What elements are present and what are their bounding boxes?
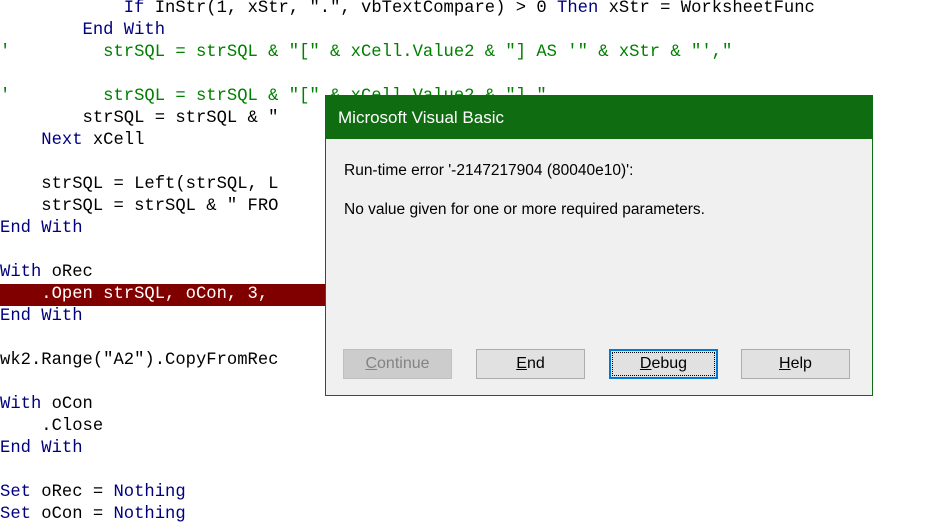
code-token: strSQL = strSQL & " FRO [41,197,279,216]
help-mnemonic: H [779,355,791,372]
code-token: strSQL = Left(strSQL, L [41,175,279,194]
keyword-token: Then [557,0,599,18]
code-line[interactable]: Set oCon = Nothing [0,504,946,526]
code-line[interactable]: .Close [0,416,946,438]
code-token: xStr = WorksheetFunc [598,0,815,18]
end-label: nd [526,355,545,372]
code-line[interactable]: Set oRec = Nothing [0,482,946,504]
code-token: oCon [41,395,93,414]
keyword-token: Next [41,131,83,150]
end-mnemonic: E [516,355,527,372]
keyword-token: With [0,395,42,414]
keyword-token: Set [0,483,31,502]
keyword-token: If [123,0,145,18]
code-line[interactable]: ' strSQL = strSQL & "[" & xCell.Value2 &… [0,42,946,64]
help-button[interactable]: Help [741,349,850,379]
code-token: oRec = [30,483,114,502]
code-line[interactable]: End With [0,20,946,42]
code-line[interactable]: If InStr(1, xStr, ".", vbTextCompare) > … [0,0,946,20]
keyword-token: Nothing [113,505,186,524]
error-code-text: Run-time error '-2147217904 (80040e10)': [344,162,634,179]
comment-token: ' strSQL = strSQL & "[" & xCell.Value2 &… [0,43,733,62]
continue-label: ontinue [377,355,430,372]
end-button[interactable]: End [476,349,585,379]
code-token: .Close [41,417,104,436]
keyword-token: With [0,263,42,282]
code-token: xCell [82,131,145,150]
dialog-title-bar[interactable]: Microsoft Visual Basic [326,96,872,139]
debug-button[interactable]: Debug [609,349,718,379]
debug-label: ebug [651,355,688,372]
code-token: strSQL = strSQL & " [82,109,279,128]
code-line[interactable] [0,64,946,86]
keyword-token: End With [0,219,83,238]
help-label: elp [790,355,812,372]
code-line[interactable]: With oCon [0,394,946,416]
keyword-token: End With [82,21,166,40]
code-token: oCon = [30,505,114,524]
code-token: wk2.Range("A2").CopyFromRec [0,351,279,370]
code-token: oRec [41,263,93,282]
keyword-token: Nothing [113,483,186,502]
debug-mnemonic: D [639,355,652,372]
highlighted-code-line[interactable]: .Open strSQL, oCon, 3, [0,284,330,306]
keyword-token: End With [0,439,83,458]
code-token: InStr(1, xStr, ".", vbTextCompare) > 0 [144,0,557,18]
runtime-error-dialog: Microsoft Visual Basic Run-time error '-… [325,95,873,396]
continue-mnemonic: C [365,355,378,372]
continue-button[interactable]: Continue [343,349,452,379]
dialog-title: Microsoft Visual Basic [338,108,504,127]
error-message-text: No value given for one or more required … [344,201,705,218]
keyword-token: Set [0,505,31,524]
code-line[interactable] [0,460,946,482]
keyword-token: End With [0,307,83,326]
code-token: .Open strSQL, oCon, 3, [41,285,269,304]
code-line[interactable]: End With [0,438,946,460]
